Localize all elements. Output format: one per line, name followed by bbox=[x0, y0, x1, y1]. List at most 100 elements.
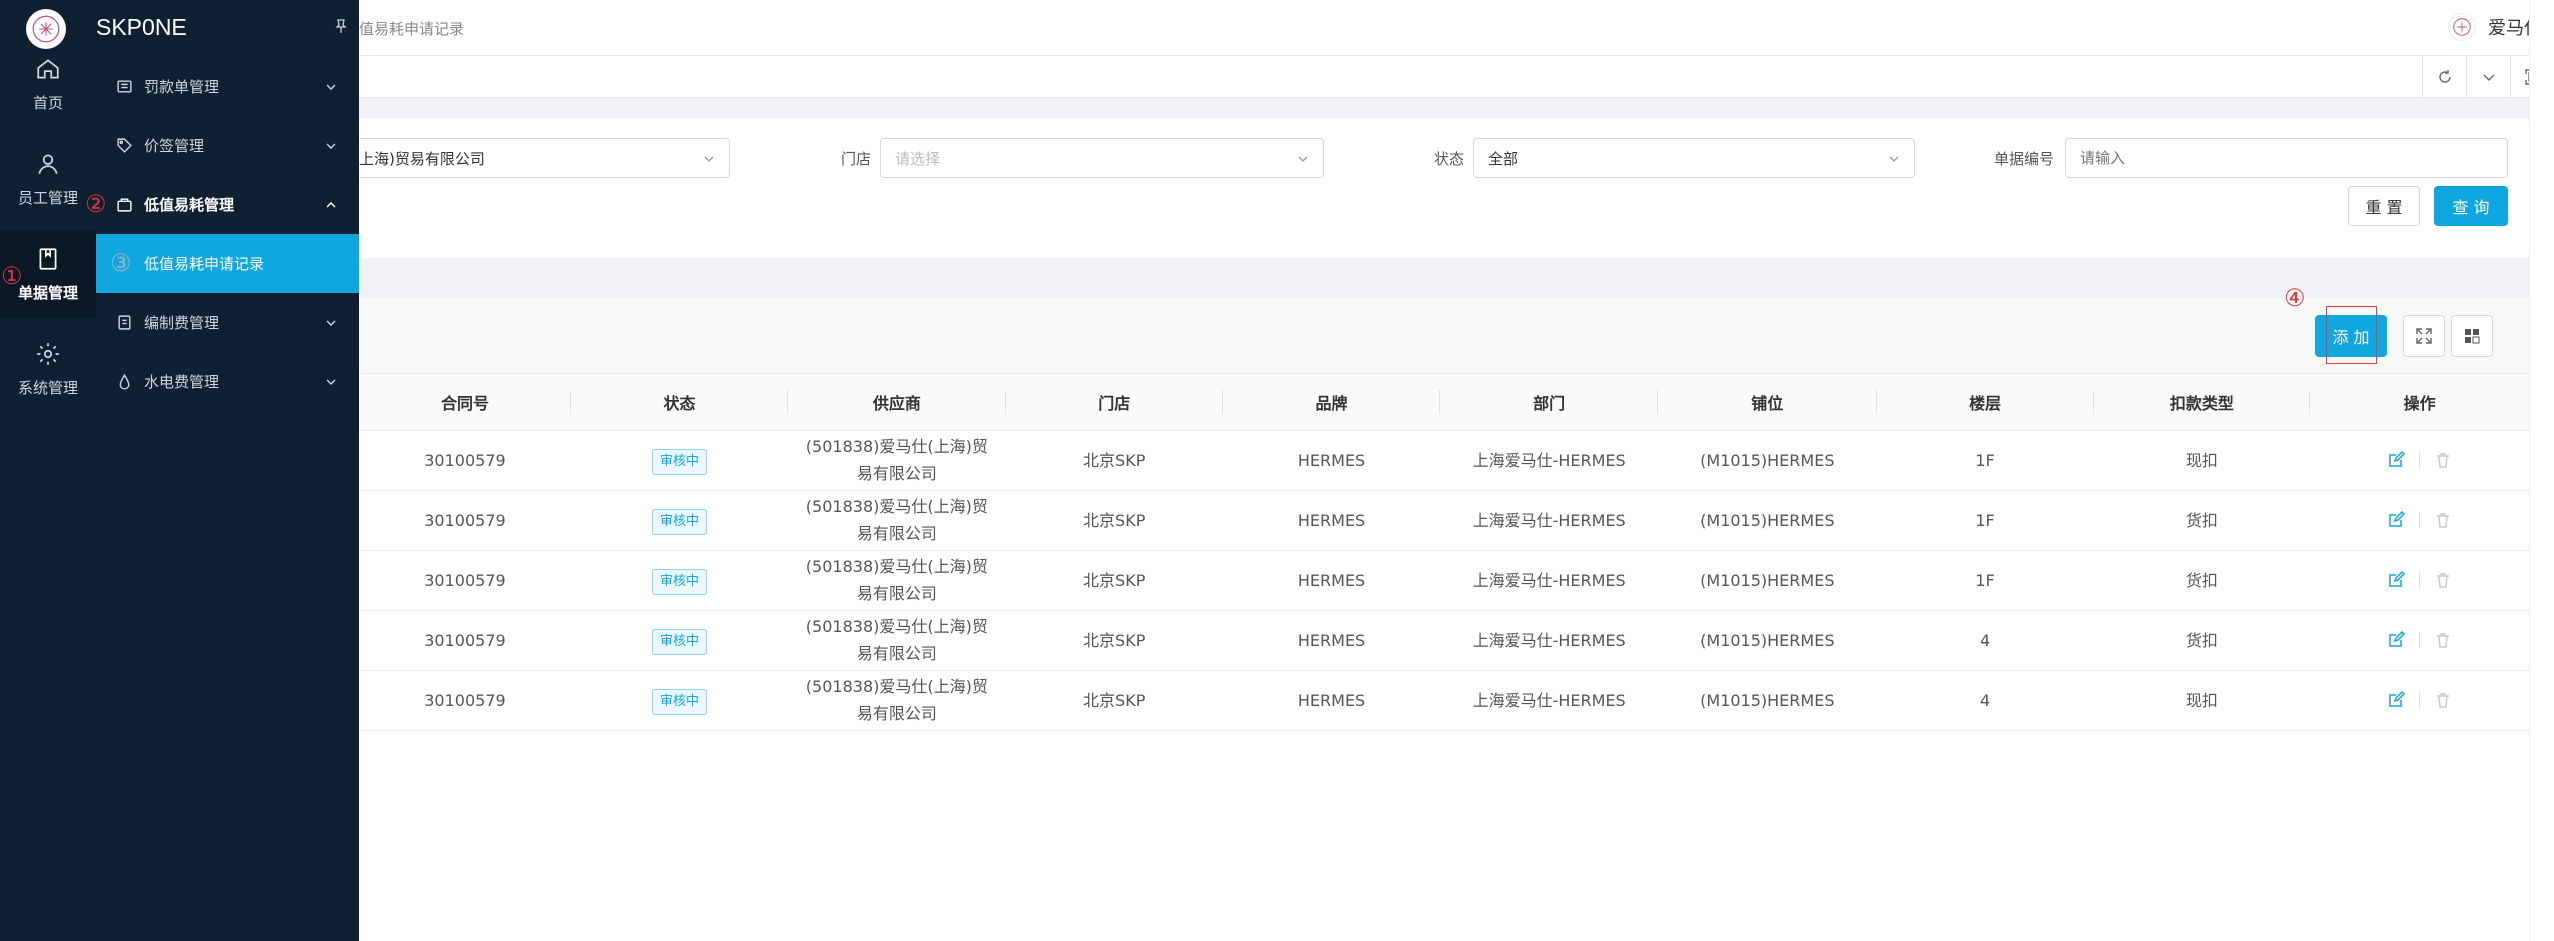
store-select[interactable]: 请选择 bbox=[880, 138, 1324, 178]
menu-item-fines[interactable]: 罚款单管理 bbox=[96, 57, 359, 116]
store-cell: 北京SKP bbox=[1005, 670, 1223, 731]
edit-icon[interactable] bbox=[2387, 451, 2406, 469]
user-menu[interactable]: 爱马仕 bbox=[2448, 13, 2542, 41]
dept-text: 上海爱马仕-HERMES bbox=[1472, 630, 1626, 650]
logo-icon bbox=[2453, 18, 2471, 36]
store-text: 北京SKP bbox=[1083, 570, 1146, 590]
store-cell: 北京SKP bbox=[1005, 430, 1223, 491]
status-cell: 审核中 bbox=[570, 430, 788, 491]
annotation-marker-2: ② bbox=[85, 190, 107, 218]
tabs-dropdown-button[interactable] bbox=[2466, 56, 2510, 98]
delete-icon[interactable] bbox=[2434, 451, 2452, 469]
booth-text: (M1015)HERMES bbox=[1700, 690, 1835, 710]
floor-cell: 4 bbox=[1876, 670, 2094, 731]
rail-item-label: 单据管理 bbox=[17, 283, 78, 302]
list-icon bbox=[117, 80, 132, 93]
brand-title: SKP0NE bbox=[96, 14, 187, 40]
deduct-text: 货扣 bbox=[2185, 510, 2218, 530]
department-cell: 上海爱马仕-HERMES bbox=[1440, 430, 1658, 491]
rail-item-staff[interactable]: 员工管理 bbox=[0, 135, 96, 223]
menu-item-staffing-fee[interactable]: 编制费管理 bbox=[96, 293, 359, 352]
chevron-down-icon bbox=[1889, 156, 1899, 162]
brand-text: HERMES bbox=[1297, 690, 1366, 710]
deduct-text: 货扣 bbox=[2185, 570, 2218, 590]
column-settings-button[interactable] bbox=[2451, 315, 2493, 357]
column-header: 状态 bbox=[570, 374, 788, 431]
brand-text: HERMES bbox=[1297, 510, 1366, 530]
status-badge: 审核中 bbox=[651, 508, 707, 535]
document-number-label: 单据编号 bbox=[1994, 150, 2055, 168]
annotation-marker-1: ① bbox=[1, 262, 23, 290]
booth-text: (M1015)HERMES bbox=[1700, 630, 1835, 650]
floor-cell: 1F bbox=[1876, 550, 2094, 611]
delete-icon[interactable] bbox=[2434, 691, 2452, 709]
contract-cell: 30100579 bbox=[359, 430, 571, 491]
pin-icon[interactable] bbox=[333, 18, 349, 34]
menu-item-utilities[interactable]: 水电费管理 bbox=[96, 352, 359, 411]
refresh-icon bbox=[2438, 70, 2451, 83]
vertical-scrollbar[interactable] bbox=[2529, 0, 2554, 941]
table-row: 30100579 审核中 (501838)爱马仕(上海)贸 易有限公司 北京SKP… bbox=[359, 670, 2529, 731]
booth-cell: (M1015)HERMES bbox=[1657, 610, 1877, 671]
refresh-button[interactable] bbox=[2422, 56, 2466, 98]
store-label: 门店 bbox=[841, 150, 872, 168]
filter-card: 上海)贸易有限公司 门店 请选择 状态 全部 单据编号 重 置 查 询 bbox=[359, 118, 2529, 258]
file-icon bbox=[118, 315, 131, 330]
delete-icon[interactable] bbox=[2434, 571, 2452, 589]
status-badge: 审核中 bbox=[651, 628, 707, 655]
floor-text: 4 bbox=[1979, 630, 1991, 650]
supplier-select[interactable]: 上海)贸易有限公司 bbox=[359, 138, 730, 178]
brand-text: HERMES bbox=[1297, 630, 1366, 650]
menu-item-price-tags[interactable]: 价签管理 bbox=[96, 116, 359, 175]
delete-icon[interactable] bbox=[2434, 511, 2452, 529]
chevron-down-icon bbox=[2483, 74, 2494, 81]
supplier_l1-text: (501838)爱马仕(上海)贸 bbox=[805, 557, 988, 576]
deduction-type-cell: 货扣 bbox=[2093, 610, 2311, 671]
document-number-input[interactable] bbox=[2065, 138, 2508, 178]
rail-item-system[interactable]: 系统管理 bbox=[0, 325, 96, 413]
status-cell: 审核中 bbox=[570, 490, 788, 551]
menu-item-label: 低值易耗申请记录 bbox=[144, 255, 265, 273]
floor-text: 4 bbox=[1979, 690, 1991, 710]
menu-item-consumables-records[interactable]: 低值易耗申请记录 bbox=[96, 234, 359, 293]
table-header-row: 合同号 状态 供应商 门店 品牌 部门 铺位 楼层 扣款类型 操作 bbox=[359, 374, 2529, 431]
menu-item-label: 低值易耗管理 bbox=[144, 196, 235, 214]
dept-text: 上海爱马仕-HERMES bbox=[1472, 450, 1626, 470]
menu-item-consumables[interactable]: 低值易耗管理 bbox=[96, 175, 359, 234]
table-row: 30100579 审核中 (501838)爱马仕(上海)贸 易有限公司 北京SKP… bbox=[359, 550, 2529, 611]
deduct-text: 现扣 bbox=[2185, 450, 2218, 470]
rail-item-home[interactable]: 首页 bbox=[0, 40, 96, 128]
supplier_l1-text: (501838)爱马仕(上海)贸 bbox=[805, 437, 988, 456]
rail-item-label: 系统管理 bbox=[17, 378, 78, 397]
edit-icon[interactable] bbox=[2387, 691, 2406, 709]
actions-cell bbox=[2310, 490, 2529, 551]
contract-text: 30100579 bbox=[424, 570, 506, 590]
deduction-type-cell: 现扣 bbox=[2093, 430, 2311, 491]
divider bbox=[2419, 572, 2421, 588]
gear-icon bbox=[37, 342, 59, 365]
booth-text: (M1015)HERMES bbox=[1700, 450, 1835, 470]
status-select[interactable]: 全部 bbox=[1473, 138, 1915, 178]
chevron-down-icon bbox=[326, 320, 336, 326]
brand-text: HERMES bbox=[1297, 450, 1366, 470]
supplier_l2-text: 易有限公司 bbox=[856, 524, 937, 543]
table-row: 30100579 审核中 (501838)爱马仕(上海)贸 易有限公司 北京SKP… bbox=[359, 610, 2529, 671]
expand-button[interactable] bbox=[2403, 315, 2445, 357]
edit-icon[interactable] bbox=[2387, 631, 2406, 649]
table-toolbar: ④ 添 加 bbox=[359, 286, 2529, 374]
delete-icon[interactable] bbox=[2434, 631, 2452, 649]
store-select-placeholder: 请选择 bbox=[895, 149, 941, 168]
floor-text: 1F bbox=[1975, 570, 1995, 590]
query-button[interactable]: 查 询 bbox=[2434, 186, 2508, 226]
edit-icon[interactable] bbox=[2387, 571, 2406, 589]
supplier-cell: (501838)爱马仕(上海)贸 易有限公司 bbox=[787, 550, 1006, 611]
left-rail: 首页 员工管理 单据管理 系统管理 ① bbox=[0, 0, 96, 941]
supplier_l1-text: (501838)爱马仕(上海)贸 bbox=[805, 677, 988, 696]
table-row: 30100579 审核中 (501838)爱马仕(上海)贸 易有限公司 北京SKP… bbox=[359, 430, 2529, 491]
store-cell: 北京SKP bbox=[1005, 490, 1223, 551]
deduction-type-cell: 现扣 bbox=[2093, 670, 2311, 731]
reset-button[interactable]: 重 置 bbox=[2348, 186, 2420, 226]
column-header: 供应商 bbox=[787, 374, 1006, 431]
brand-cell: HERMES bbox=[1222, 610, 1441, 671]
edit-icon[interactable] bbox=[2387, 511, 2406, 529]
